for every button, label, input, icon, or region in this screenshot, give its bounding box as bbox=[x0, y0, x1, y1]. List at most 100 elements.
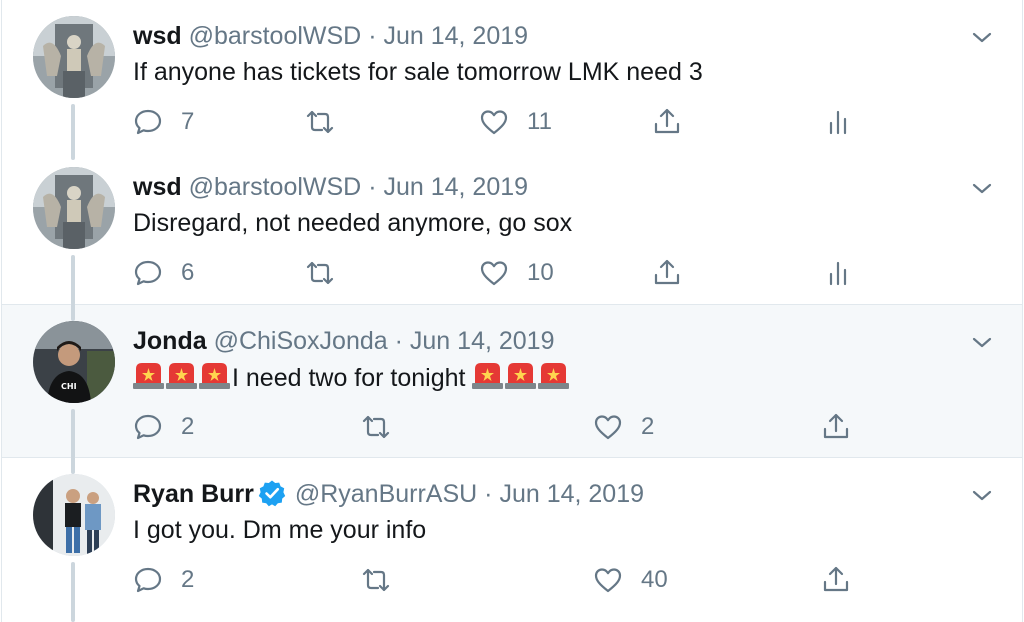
analytics-button[interactable] bbox=[823, 104, 853, 140]
like-button[interactable]: 2 bbox=[593, 409, 654, 445]
retweet-icon bbox=[362, 415, 390, 439]
separator-dot: · bbox=[394, 327, 403, 355]
retweet-button[interactable] bbox=[305, 255, 335, 291]
retweet-button[interactable] bbox=[361, 409, 391, 445]
like-count: 2 bbox=[641, 413, 655, 440]
police-car-light-icon bbox=[133, 363, 164, 389]
police-car-light-icon bbox=[472, 363, 504, 389]
thread-timeline: wsd @barstoolWSD · Jun 14, 2019 If anyon… bbox=[1, 0, 1023, 622]
separator-dot: · bbox=[484, 480, 493, 508]
analytics-icon bbox=[829, 261, 847, 286]
display-name[interactable]: Jonda bbox=[133, 327, 207, 355]
thread-line bbox=[71, 409, 75, 459]
tweet[interactable]: CHI Jonda @ChiSoxJonda · Jun 14, 2019 I … bbox=[2, 303, 1022, 459]
chevron-down-icon[interactable] bbox=[970, 331, 994, 355]
analytics-icon bbox=[829, 110, 847, 135]
statue-avatar-image bbox=[33, 167, 115, 249]
share-icon bbox=[823, 566, 849, 592]
share-icon bbox=[654, 108, 680, 134]
timestamp[interactable]: Jun 14, 2019 bbox=[383, 22, 528, 50]
share-button[interactable] bbox=[652, 104, 682, 140]
like-count: 10 bbox=[527, 259, 554, 286]
tweet-actions: 6 10 bbox=[133, 255, 1013, 291]
tweet-header: Ryan Burr @RyanBurrASU · Jun 14, 2019 bbox=[133, 478, 644, 510]
tweet-header: wsd @barstoolWSD · Jun 14, 2019 bbox=[133, 171, 528, 203]
like-count: 40 bbox=[641, 566, 668, 593]
reply-count: 2 bbox=[181, 413, 195, 440]
analytics-button[interactable] bbox=[823, 255, 853, 291]
like-count: 11 bbox=[527, 108, 552, 135]
police-car-light-icon bbox=[505, 363, 537, 389]
timestamp[interactable]: Jun 14, 2019 bbox=[499, 480, 644, 508]
tweet-actions: 7 11 bbox=[133, 104, 1013, 140]
statue-avatar-image bbox=[33, 16, 115, 98]
retweet-icon bbox=[306, 261, 334, 285]
display-name[interactable]: wsd bbox=[133, 22, 182, 50]
share-icon bbox=[823, 413, 849, 439]
reply-button[interactable]: 7 bbox=[133, 104, 194, 140]
svg-text:CHI: CHI bbox=[61, 382, 77, 391]
police-car-light-icon bbox=[538, 363, 570, 389]
tweet-text: If anyone has tickets for sale tomorrow … bbox=[133, 58, 703, 86]
reply-count: 7 bbox=[181, 108, 195, 135]
reply-button[interactable]: 2 bbox=[133, 562, 194, 598]
people-avatar-image bbox=[33, 474, 115, 556]
retweet-button[interactable] bbox=[361, 562, 391, 598]
tweet[interactable]: wsd @barstoolWSD · Jun 14, 2019 If anyon… bbox=[2, 0, 1022, 160]
username[interactable]: @barstoolWSD bbox=[189, 22, 362, 50]
heart-icon bbox=[594, 568, 622, 593]
chevron-down-icon[interactable] bbox=[970, 484, 994, 508]
tweet-actions: 2 2 bbox=[133, 409, 1013, 445]
tweet-text: I need two for tonight bbox=[133, 361, 571, 394]
retweet-icon bbox=[306, 110, 334, 134]
separator-dot: · bbox=[368, 173, 377, 201]
person-avatar-image: CHI bbox=[33, 321, 115, 403]
police-car-light-icon bbox=[166, 363, 197, 389]
police-car-light-icon bbox=[199, 363, 230, 389]
heart-icon bbox=[480, 261, 508, 286]
avatar[interactable] bbox=[33, 167, 115, 249]
tweet-text: I got you. Dm me your info bbox=[133, 516, 427, 544]
tweet-actions: 2 40 bbox=[133, 562, 1013, 598]
tweet-text: Disregard, not needed anymore, go sox bbox=[133, 209, 573, 237]
timestamp[interactable]: Jun 14, 2019 bbox=[383, 173, 528, 201]
username[interactable]: @barstoolWSD bbox=[189, 173, 362, 201]
reply-icon bbox=[134, 414, 162, 440]
reply-icon bbox=[134, 567, 162, 593]
reply-count: 6 bbox=[181, 259, 195, 286]
thread-line bbox=[71, 562, 75, 622]
thread-line bbox=[71, 456, 75, 474]
reply-button[interactable]: 6 bbox=[133, 255, 194, 291]
avatar[interactable]: CHI bbox=[33, 321, 115, 403]
thread-line bbox=[71, 255, 75, 305]
tweet[interactable]: Ryan Burr @RyanBurrASU · Jun 14, 2019 I … bbox=[2, 456, 1022, 622]
display-name[interactable]: wsd bbox=[133, 173, 182, 201]
share-button[interactable] bbox=[821, 409, 851, 445]
username[interactable]: @ChiSoxJonda bbox=[214, 327, 388, 355]
retweet-button[interactable] bbox=[305, 104, 335, 140]
timestamp[interactable]: Jun 14, 2019 bbox=[410, 327, 555, 355]
avatar[interactable] bbox=[33, 16, 115, 98]
reply-count: 2 bbox=[181, 566, 195, 593]
like-button[interactable]: 10 bbox=[479, 255, 554, 291]
retweet-icon bbox=[362, 568, 390, 592]
tweet-header: Jonda @ChiSoxJonda · Jun 14, 2019 bbox=[133, 325, 554, 357]
share-button[interactable] bbox=[821, 562, 851, 598]
reply-icon bbox=[134, 109, 162, 135]
reply-button[interactable]: 2 bbox=[133, 409, 194, 445]
share-icon bbox=[654, 259, 680, 285]
separator-dot: · bbox=[368, 22, 377, 50]
tweet-header: wsd @barstoolWSD · Jun 14, 2019 bbox=[133, 20, 528, 52]
share-button[interactable] bbox=[652, 255, 682, 291]
heart-icon bbox=[480, 110, 508, 135]
like-button[interactable]: 11 bbox=[479, 104, 552, 140]
username[interactable]: @RyanBurrASU bbox=[295, 480, 477, 508]
chevron-down-icon[interactable] bbox=[970, 177, 994, 201]
tweet-text-content: I need two for tonight bbox=[232, 364, 466, 392]
tweet[interactable]: wsd @barstoolWSD · Jun 14, 2019 Disregar… bbox=[2, 151, 1022, 305]
avatar[interactable] bbox=[33, 474, 115, 556]
like-button[interactable]: 40 bbox=[593, 562, 668, 598]
reply-icon bbox=[134, 260, 162, 286]
display-name[interactable]: Ryan Burr bbox=[133, 480, 254, 508]
chevron-down-icon[interactable] bbox=[970, 26, 994, 50]
